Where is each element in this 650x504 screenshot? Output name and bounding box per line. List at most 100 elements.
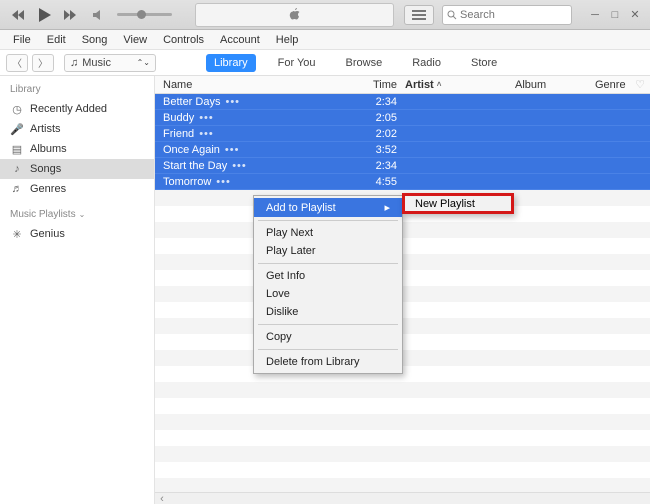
close-button[interactable]: ✕ <box>628 8 642 22</box>
track-more-icon[interactable]: ••• <box>199 128 214 140</box>
track-more-icon[interactable]: ••• <box>199 112 214 124</box>
menu-bar: FileEditSongViewControlsAccountHelp <box>0 30 650 50</box>
col-name[interactable]: Name <box>155 79 355 91</box>
horizontal-scrollbar[interactable]: ‹ <box>155 492 650 504</box>
menu-song[interactable]: Song <box>75 32 115 48</box>
track-list: Better Days•••2:34Buddy•••2:05Friend•••2… <box>155 94 650 504</box>
sidebar-section-library: Library <box>0 82 154 99</box>
play-button[interactable] <box>36 6 54 24</box>
sidebar-item-recently-added[interactable]: ◷Recently Added <box>0 99 154 119</box>
volume-slider[interactable] <box>117 13 172 16</box>
list-view-button[interactable] <box>404 5 434 25</box>
context-love[interactable]: Love <box>254 285 402 303</box>
guitar-icon: ♬ <box>10 182 24 196</box>
sort-asc-icon: ˄ <box>437 80 442 89</box>
apple-logo-icon <box>287 7 303 23</box>
context-menu: Add to Playlist▸ Play NextPlay Later Get I… <box>253 195 403 374</box>
empty-row <box>155 462 650 478</box>
tab-for-you[interactable]: For You <box>270 54 324 72</box>
track-row[interactable]: Once Again•••3:52 <box>155 142 650 158</box>
context-copy[interactable]: Copy <box>254 328 402 346</box>
sidebar: Library ◷Recently Added🎤Artists▤Albums♪S… <box>0 76 155 504</box>
clock-icon: ◷ <box>10 102 24 116</box>
col-album[interactable]: Album <box>515 79 595 91</box>
col-genre[interactable]: Genre <box>595 79 630 91</box>
tab-store[interactable]: Store <box>463 54 505 72</box>
menu-controls[interactable]: Controls <box>156 32 211 48</box>
col-loved[interactable]: ♡ <box>630 78 650 91</box>
mic-icon: 🎤 <box>10 122 24 136</box>
album-icon: ▤ <box>10 142 24 156</box>
context-delete-from-library[interactable]: Delete from Library <box>254 353 402 371</box>
empty-row <box>155 446 650 462</box>
submenu-arrow-icon: ▸ <box>384 201 390 214</box>
source-label: Music <box>82 57 111 69</box>
context-get-info[interactable]: Get Info <box>254 267 402 285</box>
context-play-later[interactable]: Play Later <box>254 242 402 260</box>
context-play-next[interactable]: Play Next <box>254 224 402 242</box>
forward-button[interactable]: 〉 <box>32 54 54 72</box>
prev-button[interactable] <box>10 6 28 24</box>
menu-file[interactable]: File <box>6 32 38 48</box>
track-row[interactable]: Buddy•••2:05 <box>155 110 650 126</box>
search-input[interactable] <box>460 9 550 21</box>
tab-radio[interactable]: Radio <box>404 54 449 72</box>
empty-row <box>155 430 650 446</box>
sidebar-item-genres[interactable]: ♬Genres <box>0 179 154 199</box>
source-dropdown[interactable]: ♫ Music ⌃⌄ <box>64 54 156 72</box>
title-bar: ─ □ ✕ <box>0 0 650 30</box>
track-row[interactable]: Tomorrow•••4:55 <box>155 174 650 190</box>
sidebar-item-songs[interactable]: ♪Songs <box>0 159 154 179</box>
empty-row <box>155 398 650 414</box>
sidebar-playlist-genius[interactable]: ✳Genius <box>0 224 154 244</box>
menu-view[interactable]: View <box>116 32 154 48</box>
context-add-to-playlist[interactable]: Add to Playlist▸ <box>254 198 402 217</box>
back-button[interactable]: 〈 <box>6 54 28 72</box>
context-separator <box>258 220 398 221</box>
maximize-button[interactable]: □ <box>608 8 622 22</box>
next-button[interactable] <box>62 6 80 24</box>
volume-low-icon <box>88 6 106 24</box>
col-artist[interactable]: Artist ˄ <box>405 79 515 91</box>
menu-help[interactable]: Help <box>269 32 306 48</box>
tab-browse[interactable]: Browse <box>338 54 391 72</box>
context-separator <box>258 349 398 350</box>
chevron-down-icon: ⌄ <box>79 210 86 219</box>
empty-row <box>155 414 650 430</box>
context-separator <box>258 263 398 264</box>
content-tabs: Library For You Browse Radio Store <box>206 54 505 72</box>
sub-nav: 〈 〉 ♫ Music ⌃⌄ Library For You Browse Radio… <box>0 50 650 76</box>
genius-icon: ✳ <box>10 227 24 241</box>
track-more-icon[interactable]: ••• <box>232 160 247 172</box>
sidebar-item-artists[interactable]: 🎤Artists <box>0 119 154 139</box>
track-more-icon[interactable]: ••• <box>225 96 240 108</box>
now-playing-pane <box>195 3 394 27</box>
submenu-label: New Playlist <box>415 198 475 210</box>
track-more-icon[interactable]: ••• <box>216 176 231 188</box>
context-submenu-new-playlist[interactable]: New Playlist <box>402 193 514 214</box>
main-content: Name Time Artist ˄ Album Genre ♡ Better … <box>155 76 650 504</box>
track-more-icon[interactable]: ••• <box>225 144 240 156</box>
music-note-icon: ♫ <box>70 57 78 69</box>
window-controls: ─ □ ✕ <box>580 8 650 22</box>
search-icon <box>447 10 457 20</box>
track-row[interactable]: Better Days•••2:34 <box>155 94 650 110</box>
sidebar-item-albums[interactable]: ▤Albums <box>0 139 154 159</box>
empty-row <box>155 382 650 398</box>
track-row[interactable]: Friend•••2:02 <box>155 126 650 142</box>
column-headers[interactable]: Name Time Artist ˄ Album Genre ♡ <box>155 76 650 94</box>
context-dislike[interactable]: Dislike <box>254 303 402 321</box>
chevron-updown-icon: ⌃⌄ <box>137 58 150 67</box>
transport-controls <box>0 6 185 24</box>
context-separator <box>258 324 398 325</box>
track-row[interactable]: Start the Day•••2:34 <box>155 158 650 174</box>
scroll-left-icon[interactable]: ‹ <box>155 493 169 504</box>
sidebar-section-playlists[interactable]: Music Playlists ⌄ <box>0 199 154 224</box>
search-box[interactable] <box>442 5 572 25</box>
menu-account[interactable]: Account <box>213 32 267 48</box>
col-time[interactable]: Time <box>355 79 405 91</box>
note-icon: ♪ <box>10 162 24 176</box>
tab-library[interactable]: Library <box>206 54 256 72</box>
minimize-button[interactable]: ─ <box>588 8 602 22</box>
menu-edit[interactable]: Edit <box>40 32 73 48</box>
